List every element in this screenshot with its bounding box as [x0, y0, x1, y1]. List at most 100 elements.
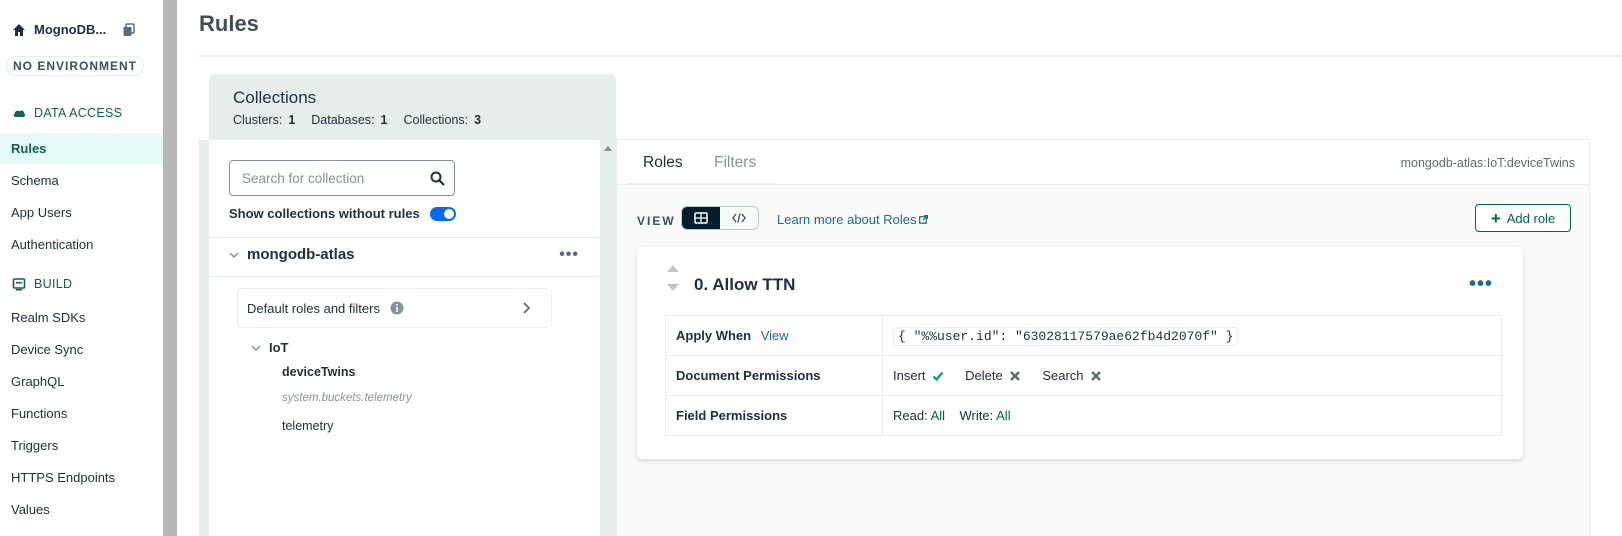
cluster-name: mongodb-atlas	[247, 246, 355, 263]
stat-clusters: Clusters: 1	[233, 113, 296, 127]
learn-more-label: Learn more about Roles	[777, 212, 917, 227]
add-role-label: Add role	[1506, 210, 1556, 226]
apply-when-value-cell: { "%%user.id": "63028117579ae62fb4d2070f…	[882, 315, 1502, 356]
sidebar-item-app-users[interactable]: App Users	[0, 197, 163, 228]
cluster-row[interactable]: mongodb-atlas •••	[229, 246, 583, 263]
namespace-label: mongodb-atlas:IoT:deviceTwins	[1400, 156, 1575, 170]
apply-when-view-link[interactable]: View	[761, 328, 789, 343]
x-icon	[1090, 370, 1101, 381]
toggle-label: Show collections without rules	[229, 206, 420, 221]
table-row: Apply When View { "%%user.id": "63028117…	[665, 315, 1502, 356]
sidebar-item-device-sync[interactable]: Device Sync	[0, 334, 163, 365]
view-label: VIEW	[637, 214, 676, 228]
sidebar-item-functions[interactable]: Functions	[0, 398, 163, 429]
reorder-controls	[667, 265, 679, 291]
learn-more-roles-link[interactable]: Learn more about Roles	[777, 212, 929, 227]
main-content: Rules Collections Clusters: 1 Databases: 1…	[177, 0, 1622, 536]
sidebar-item-authentication[interactable]: Authentication	[0, 229, 163, 260]
database-row[interactable]: IoT	[251, 340, 289, 355]
collections-header: Collections Clusters: 1 Databases: 1 Colle…	[209, 74, 616, 140]
collections-title: Collections	[233, 88, 317, 107]
apply-when-label: Apply When	[676, 328, 752, 343]
info-icon[interactable]	[390, 301, 404, 315]
apply-when-expression[interactable]: { "%%user.id": "63028117579ae62fb4d2070f…	[893, 326, 1239, 346]
sidebar-item-triggers[interactable]: Triggers	[0, 430, 163, 461]
scroll-up-icon[interactable]	[604, 146, 612, 151]
move-up-icon[interactable]	[667, 265, 679, 272]
rules-panel: Roles Filters mongodb-atlas:IoT:deviceTw…	[616, 139, 1590, 536]
plus-icon: +	[1490, 208, 1501, 228]
home-icon[interactable]	[12, 23, 26, 37]
database-name: IoT	[269, 340, 289, 355]
document-permissions-cell: Insert Delete Search	[882, 355, 1502, 396]
sidebar-item-realm-sdks[interactable]: Realm SDKs	[0, 302, 163, 333]
divider	[199, 55, 1622, 57]
app-name[interactable]: MognoDB...	[34, 22, 106, 37]
code-icon	[732, 213, 746, 223]
show-without-rules-row: Show collections without rules	[229, 206, 456, 221]
permission-insert[interactable]: Insert	[893, 368, 944, 383]
tabs-bar: Roles Filters mongodb-atlas:IoT:deviceTw…	[617, 140, 1589, 185]
document-permissions-label: Document Permissions	[665, 355, 883, 396]
sidebar-item-rules[interactable]: Rules	[0, 133, 163, 164]
collection-search[interactable]	[229, 160, 455, 196]
role-menu-icon[interactable]: •••	[1469, 273, 1493, 296]
collection-list: Show collections without rules mongodb-a…	[209, 140, 600, 536]
field-permissions-cell: Read: All Write: All	[882, 395, 1502, 436]
environment-badge[interactable]: NO ENVIRONMENT	[6, 56, 144, 76]
tab-roles[interactable]: Roles	[643, 154, 683, 172]
collection-item-telemetry[interactable]: telemetry	[282, 419, 333, 433]
search-icon[interactable]	[430, 171, 445, 186]
sidebar-item-values[interactable]: Values	[0, 494, 163, 525]
collection-list-scrollbar[interactable]	[600, 140, 616, 536]
stat-collections: Collections: 3	[403, 113, 482, 127]
sidebar-item-https-endpoints[interactable]: HTTPS Endpoints	[0, 462, 163, 493]
apply-when-cell: Apply When View	[665, 315, 883, 356]
collection-item-system-buckets-telemetry[interactable]: system.buckets.telemetry	[282, 392, 412, 404]
tab-filters[interactable]: Filters	[714, 154, 756, 172]
table-row: Field Permissions Read: All Write: All	[665, 395, 1502, 436]
chevron-down-icon[interactable]	[251, 343, 261, 353]
section-build: BUILD	[12, 277, 72, 291]
table-icon	[694, 212, 708, 224]
permission-delete[interactable]: Delete	[965, 368, 1021, 383]
write-permission[interactable]: Write: All	[960, 408, 1011, 423]
add-role-button[interactable]: + Add role	[1475, 204, 1571, 232]
sidebar-item-schema[interactable]: Schema	[0, 165, 163, 196]
app-header: MognoDB...	[12, 22, 136, 37]
field-permissions-label: Field Permissions	[665, 395, 883, 436]
sidebar: MognoDB... NO ENVIRONMENT DATA ACCESS Ru…	[0, 0, 163, 536]
tab-underline	[627, 183, 775, 185]
cluster-menu-icon[interactable]: •••	[559, 246, 579, 264]
check-icon	[932, 371, 943, 381]
divider	[209, 237, 600, 238]
grid-view-button[interactable]	[682, 207, 720, 229]
view-toggle[interactable]	[681, 206, 759, 230]
external-link-icon	[919, 215, 929, 224]
sidebar-item-graphql[interactable]: GraphQL	[0, 366, 163, 397]
section-title-label: DATA ACCESS	[34, 106, 123, 120]
permission-search[interactable]: Search	[1042, 368, 1101, 383]
search-input[interactable]	[242, 170, 422, 186]
divider	[209, 276, 600, 277]
code-view-button[interactable]	[720, 207, 758, 229]
show-without-rules-toggle[interactable]	[429, 206, 456, 221]
move-down-icon[interactable]	[667, 284, 679, 291]
cloud-icon	[13, 110, 26, 117]
default-roles-filters[interactable]: Default roles and filters	[237, 288, 552, 328]
default-roles-label: Default roles and filters	[247, 300, 380, 316]
x-icon	[1009, 370, 1020, 381]
section-title-label: BUILD	[34, 277, 73, 291]
chevron-right-icon[interactable]	[521, 302, 531, 314]
collection-item-devicetwins[interactable]: deviceTwins	[282, 365, 355, 379]
sidebar-scrollbar[interactable]	[163, 0, 177, 536]
role-card: 0. Allow TTN ••• Apply When View { "%%us…	[637, 247, 1523, 459]
role-name[interactable]: 0. Allow TTN	[694, 275, 795, 295]
copy-icon[interactable]	[122, 22, 136, 37]
collections-stats: Clusters: 1 Databases: 1 Collections: 3	[233, 113, 592, 127]
read-permission[interactable]: Read: All	[893, 408, 945, 423]
page-title: Rules	[199, 11, 259, 36]
table-row: Document Permissions Insert Delete Searc…	[665, 355, 1502, 396]
chevron-down-icon[interactable]	[229, 250, 239, 260]
role-permissions-table: Apply When View { "%%user.id": "63028117…	[665, 315, 1502, 436]
